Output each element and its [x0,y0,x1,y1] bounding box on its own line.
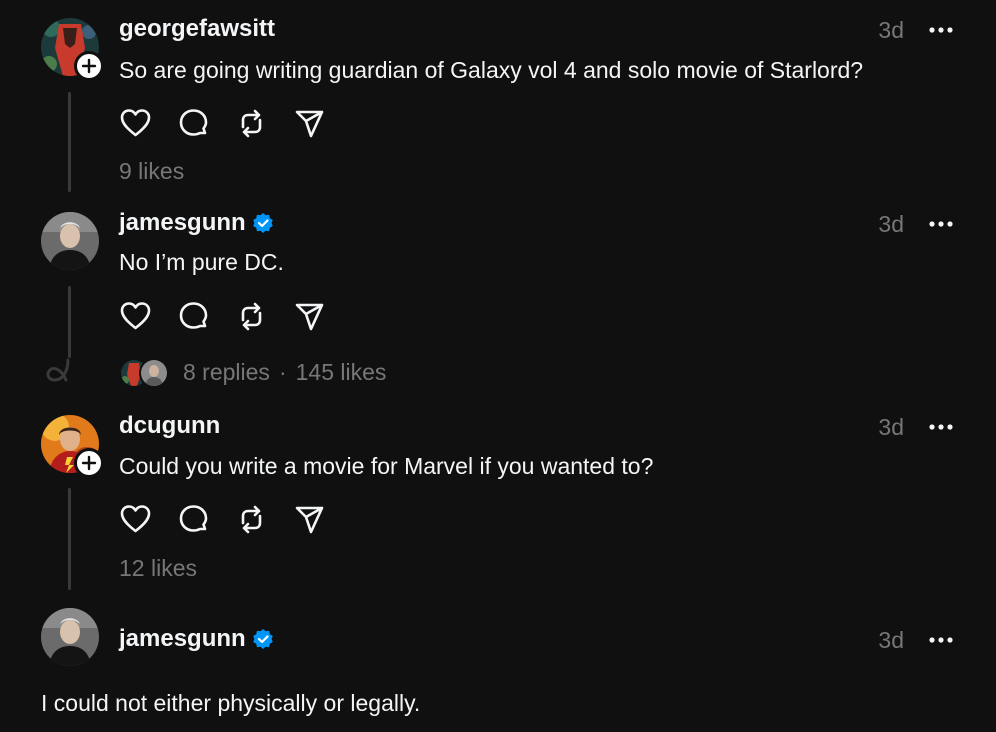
avatar[interactable] [41,212,99,270]
action-bar [119,107,326,140]
timestamp: 3d [878,17,904,43]
username-text[interactable]: dcugunn [119,412,220,440]
heart-icon[interactable] [119,107,152,140]
post-text: So are going writing guardian of Galaxy … [119,57,864,83]
more-options-icon[interactable] [929,26,953,34]
thread-curl-icon [42,358,72,384]
verified-badge-icon [252,212,274,234]
repost-icon[interactable] [235,300,268,333]
timestamp: 3d [878,414,904,440]
timestamp: 3d [878,211,904,237]
comment-icon[interactable] [177,503,210,536]
thread-line [68,286,71,358]
likes-count[interactable]: 12 likes [119,555,197,582]
share-icon[interactable] [293,503,326,536]
follow-plus-button[interactable] [74,51,104,81]
replies-likes-row: 8 replies · 145 likes [119,358,387,388]
thread-line [68,488,71,590]
follow-plus-button[interactable] [74,448,104,478]
share-icon[interactable] [293,107,326,140]
likes-text[interactable]: 12 likes [119,555,197,582]
likes-count[interactable]: 9 likes [119,158,184,185]
share-icon[interactable] [293,300,326,333]
post-text: Could you write a movie for Marvel if yo… [119,453,654,479]
more-options-icon[interactable] [929,220,953,228]
separator: · [278,358,287,385]
post-text: No I’m pure DC. [119,249,284,275]
heart-icon[interactable] [119,503,152,536]
reply-avatars [119,358,171,388]
likes-text[interactable]: 145 likes [296,359,387,386]
timestamp: 3d [878,627,904,653]
more-options-icon[interactable] [929,423,953,431]
username[interactable]: dcugunn [119,412,220,440]
comment-icon[interactable] [177,107,210,140]
comment-icon[interactable] [177,300,210,333]
username[interactable]: georgefawsitt [119,15,275,43]
likes-text[interactable]: 9 likes [119,158,184,185]
heart-icon[interactable] [119,300,152,333]
repost-icon[interactable] [235,107,268,140]
username[interactable]: jamesgunn [119,625,274,653]
more-options-icon[interactable] [929,636,953,644]
repost-icon[interactable] [235,503,268,536]
verified-badge-icon [252,628,274,650]
username-text[interactable]: jamesgunn [119,625,246,653]
avatar [139,358,169,388]
username-text[interactable]: jamesgunn [119,209,246,237]
username-text[interactable]: georgefawsitt [119,15,275,43]
post-text: I could not either physically or legally… [41,690,421,716]
replies-text[interactable]: 8 replies [183,359,270,386]
username[interactable]: jamesgunn [119,209,274,237]
thread-line [68,92,71,192]
threads-conversation: georgefawsitt 3d So are going writing gu… [0,0,996,732]
avatar[interactable] [41,608,99,666]
action-bar [119,300,326,333]
action-bar [119,503,326,536]
